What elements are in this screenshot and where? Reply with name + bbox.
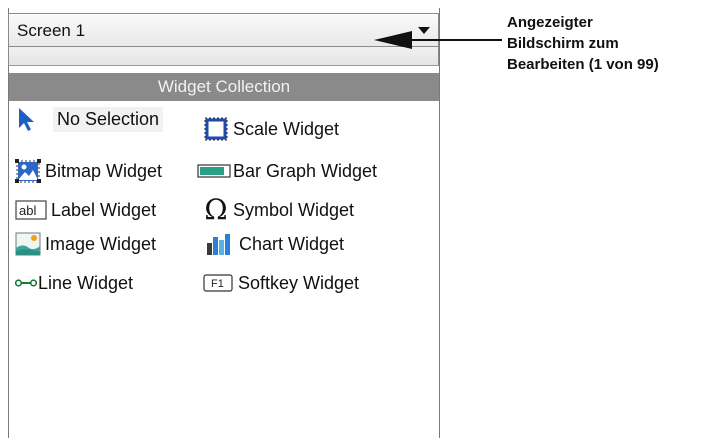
widget-list: No Selection Bitmap Widget abl Label Wid… — [9, 101, 439, 438]
item-label: Chart Widget — [239, 233, 345, 254]
label-abl-icon: abl — [15, 197, 47, 223]
item-label: Symbol Widget — [233, 199, 355, 220]
screen-select-value: Screen 1 — [17, 21, 86, 40]
callout-line-2: Bildschirm zum — [507, 35, 619, 52]
list-item-image-widget[interactable]: Image Widget — [15, 229, 156, 259]
item-label: Image Widget — [45, 233, 157, 254]
image-icon — [15, 231, 41, 257]
bitmap-icon — [15, 158, 41, 184]
label-icon-text: abl — [19, 203, 36, 218]
list-item-chart-widget[interactable]: Chart Widget — [205, 229, 344, 259]
list-item-softkey-widget[interactable]: F1 Softkey Widget — [203, 268, 359, 298]
cursor-arrow-icon — [15, 106, 41, 132]
callout-arrow-head — [374, 31, 412, 49]
toolbar-strip — [8, 47, 439, 66]
omega-icon: Ω — [204, 193, 228, 226]
item-label: No Selection — [53, 106, 164, 132]
list-item-no-selection[interactable]: No Selection — [15, 104, 164, 134]
callout-line-1: Angezeigter — [507, 14, 593, 31]
softkey-f1-icon: F1 — [203, 270, 233, 296]
item-label: Softkey Widget — [238, 272, 360, 293]
list-item-bar-graph-widget[interactable]: Bar Graph Widget — [197, 156, 377, 186]
item-label: Line Widget — [38, 272, 134, 293]
bar-graph-icon — [197, 158, 231, 184]
softkey-icon-text: F1 — [211, 278, 224, 290]
callout-line-3: Bearbeiten (1 von 99) — [507, 56, 659, 73]
item-label: Scale Widget — [233, 118, 340, 139]
line-icon — [14, 270, 38, 296]
chevron-down-icon[interactable] — [418, 27, 430, 34]
item-label: Label Widget — [51, 199, 157, 220]
callout-text: Angezeigter Bildschirm zum Bearbeiten (1… — [507, 12, 705, 75]
list-item-bitmap-widget[interactable]: Bitmap Widget — [15, 156, 162, 186]
list-item-symbol-widget[interactable]: Ω Symbol Widget — [201, 195, 354, 225]
item-label: Bitmap Widget — [45, 160, 163, 181]
item-label: Bar Graph Widget — [233, 160, 378, 181]
scale-icon — [203, 116, 229, 142]
list-item-line-widget[interactable]: Line Widget — [14, 268, 134, 298]
widget-collection-title: Widget Collection — [9, 73, 439, 101]
list-item-label-widget[interactable]: abl Label Widget — [15, 195, 156, 225]
list-item-scale-widget[interactable]: Scale Widget — [203, 114, 339, 144]
chart-icon — [205, 231, 231, 257]
